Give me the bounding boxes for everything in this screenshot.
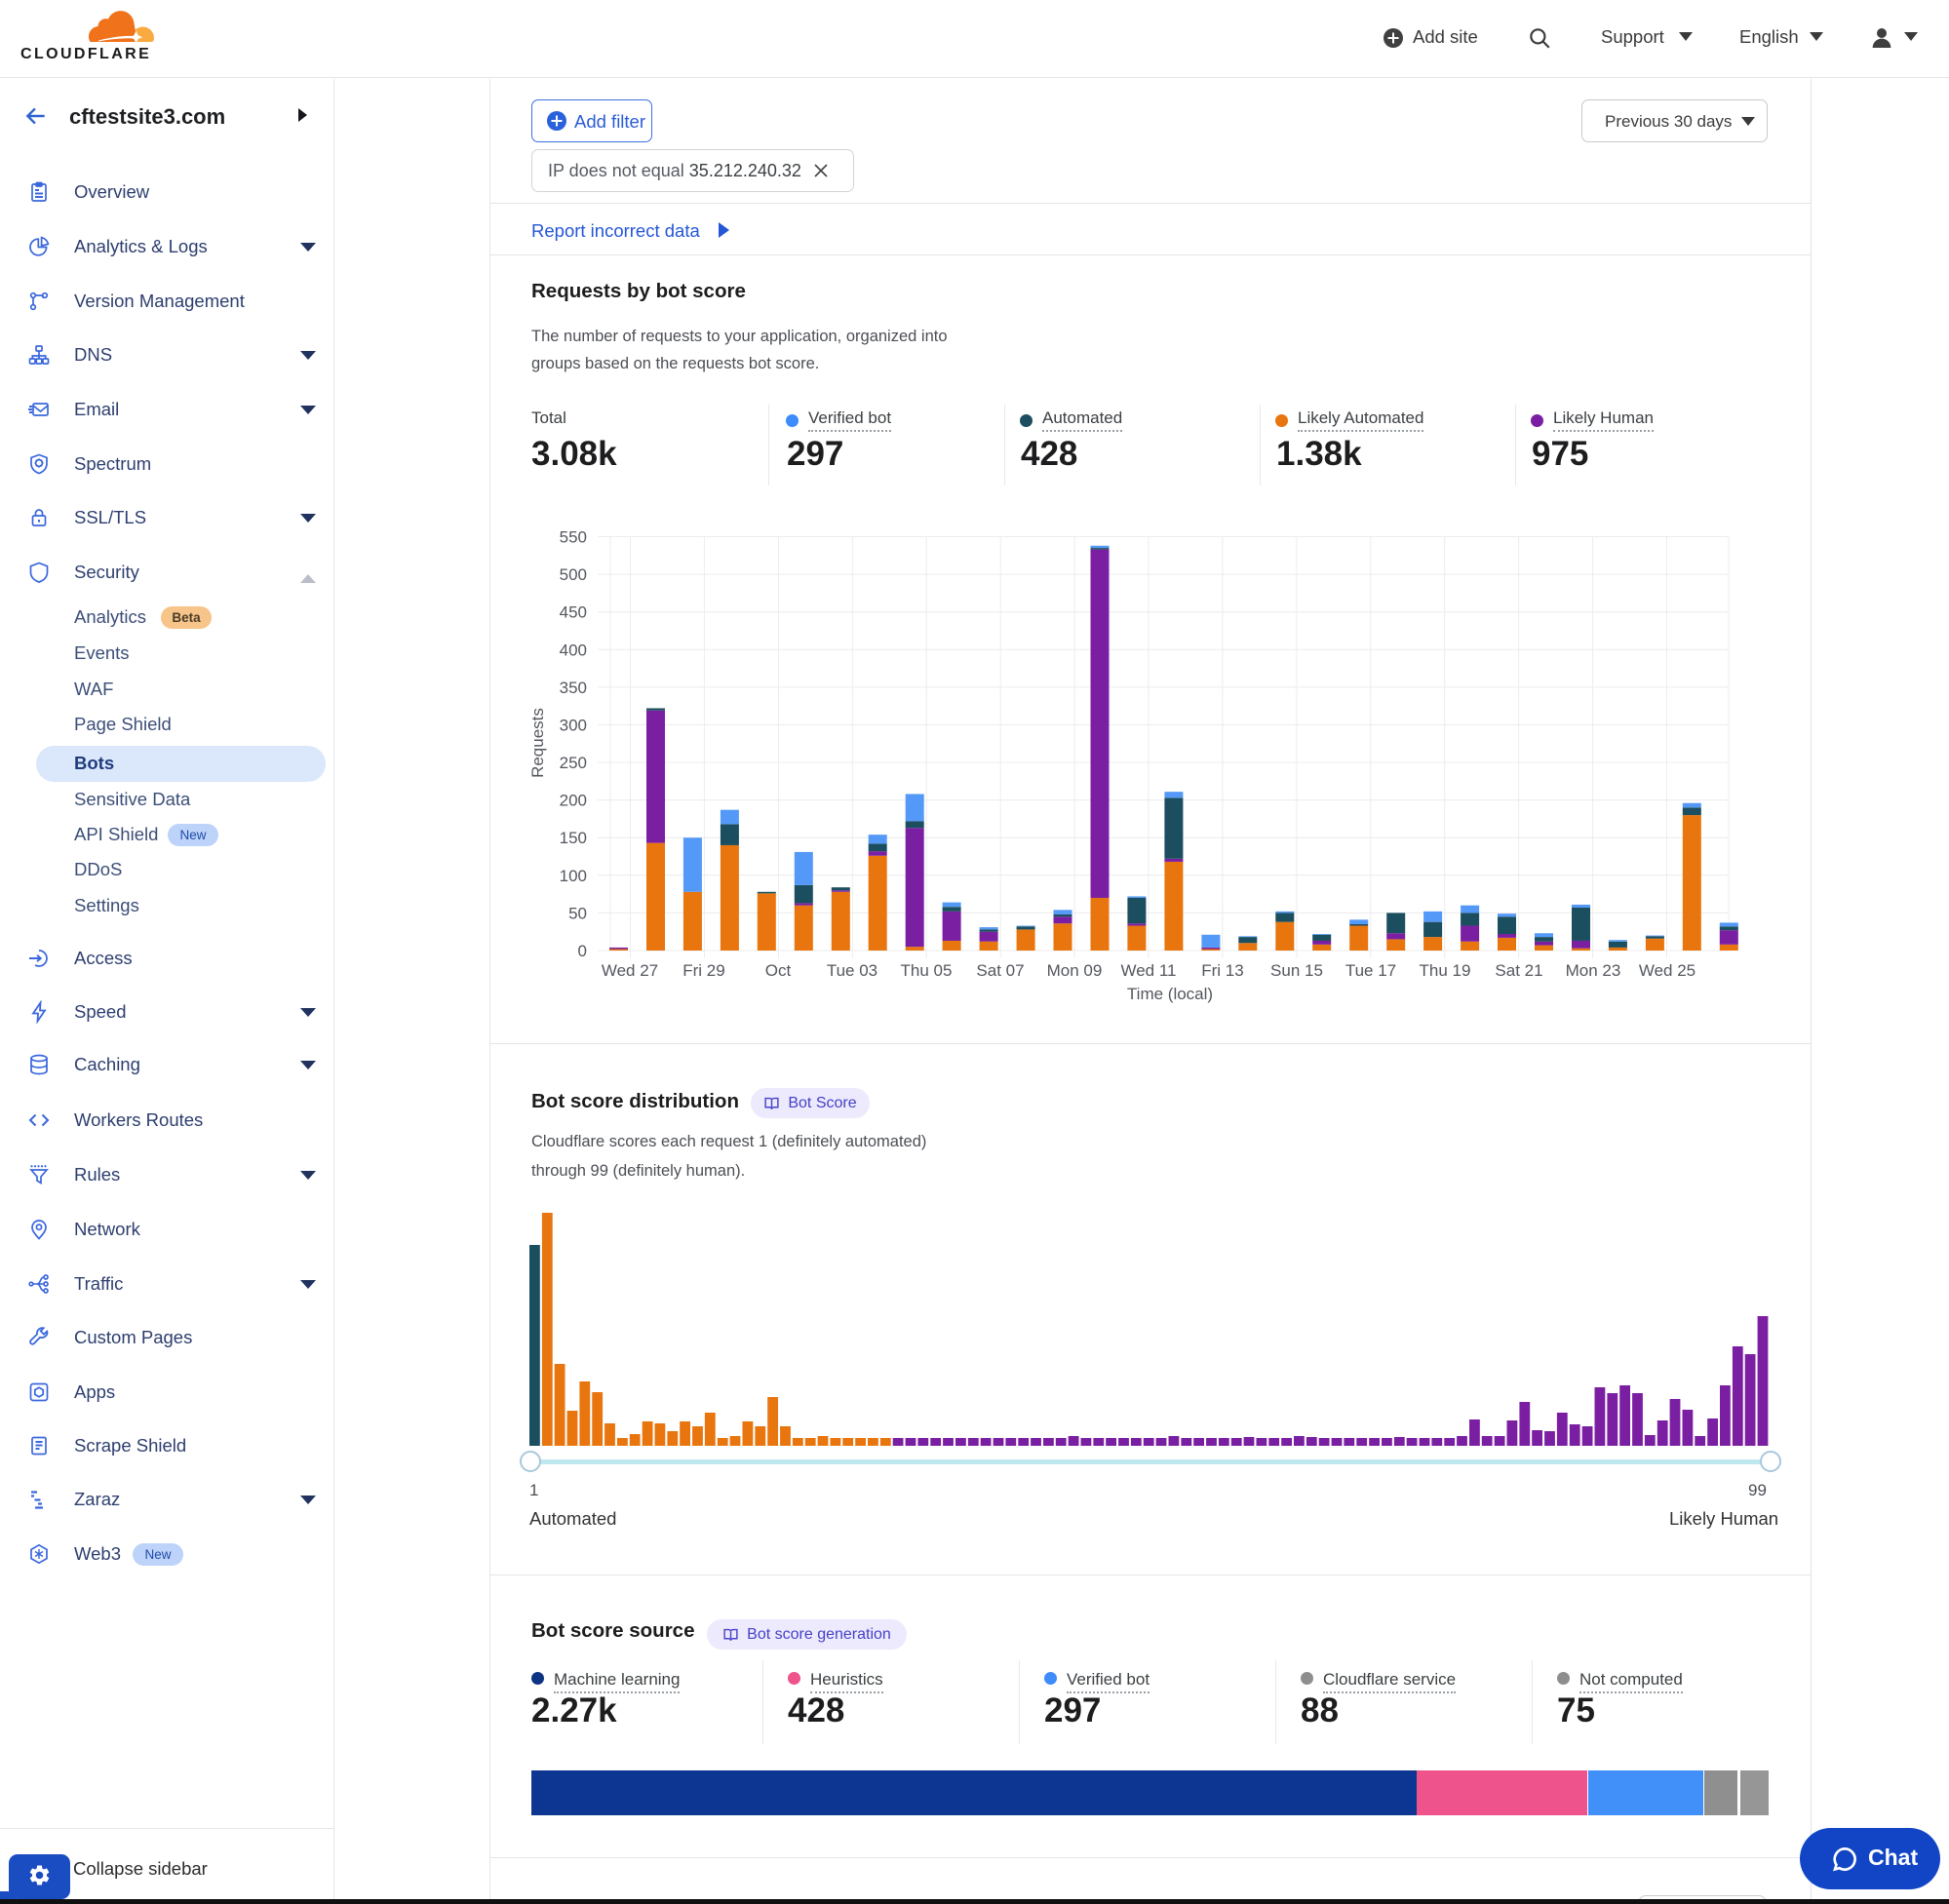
svg-text:Mon 09: Mon 09: [1047, 961, 1103, 980]
svg-text:Thu 19: Thu 19: [1420, 961, 1471, 980]
svg-text:350: 350: [560, 679, 587, 697]
svg-text:450: 450: [560, 603, 587, 622]
svg-text:50: 50: [568, 904, 587, 922]
svg-text:300: 300: [560, 717, 587, 735]
svg-text:Wed 25: Wed 25: [1639, 961, 1696, 980]
svg-text:Mon 23: Mon 23: [1566, 961, 1621, 980]
svg-text:Sun 15: Sun 15: [1270, 961, 1323, 980]
svg-text:Oct: Oct: [765, 961, 792, 980]
svg-text:Wed 11: Wed 11: [1120, 961, 1176, 980]
svg-text:Tue 03: Tue 03: [827, 961, 877, 980]
svg-text:200: 200: [560, 792, 587, 810]
svg-text:150: 150: [560, 829, 587, 847]
svg-text:550: 550: [560, 528, 587, 547]
svg-text:0: 0: [578, 942, 587, 960]
svg-text:Wed 27: Wed 27: [602, 961, 658, 980]
svg-text:Requests: Requests: [528, 708, 547, 778]
svg-text:100: 100: [560, 867, 587, 885]
svg-text:Tue 17: Tue 17: [1345, 961, 1396, 980]
svg-text:Sat 07: Sat 07: [976, 961, 1024, 980]
svg-text:500: 500: [560, 565, 587, 584]
svg-text:Fri 13: Fri 13: [1201, 961, 1243, 980]
svg-text:Sat 21: Sat 21: [1495, 961, 1542, 980]
svg-text:Thu 05: Thu 05: [901, 961, 953, 980]
svg-text:400: 400: [560, 641, 587, 659]
svg-text:250: 250: [560, 754, 587, 772]
svg-text:Time (local): Time (local): [1127, 985, 1213, 1003]
svg-text:Fri 29: Fri 29: [682, 961, 724, 980]
